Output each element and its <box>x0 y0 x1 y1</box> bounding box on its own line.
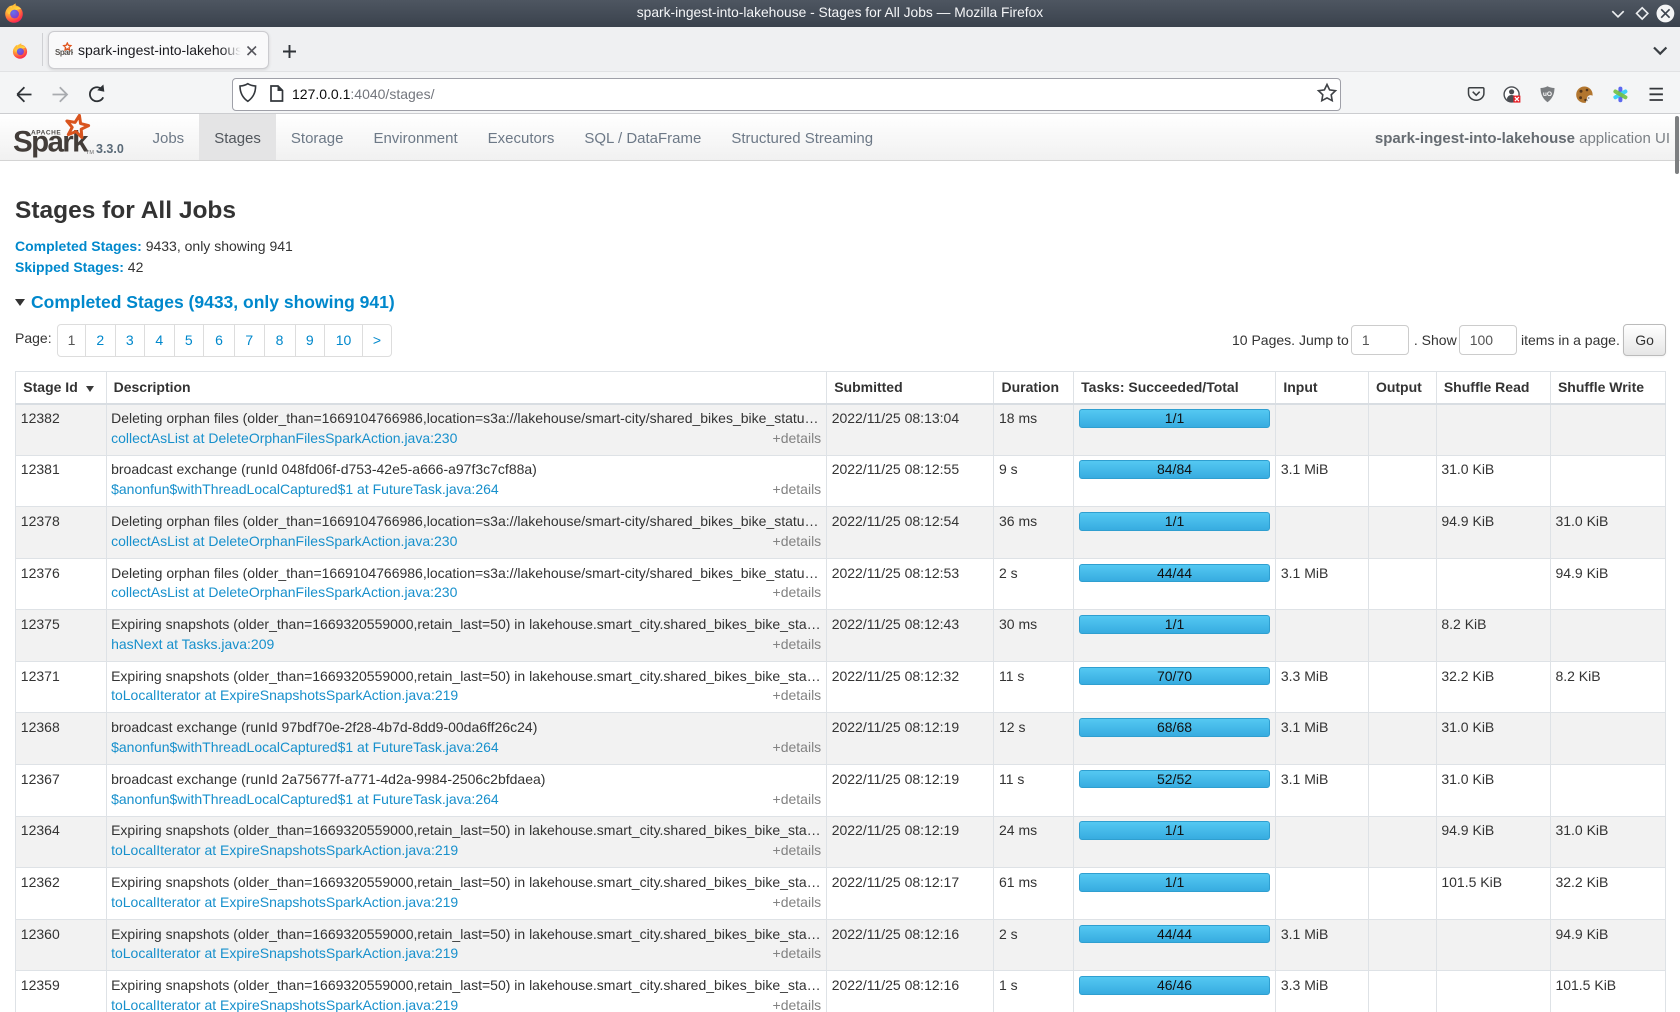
svg-text:uO: uO <box>1543 91 1552 98</box>
svg-text:TM: TM <box>86 150 94 156</box>
svg-text:Spark: Spark <box>13 126 89 159</box>
svg-text:Spark: Spark <box>55 48 73 57</box>
